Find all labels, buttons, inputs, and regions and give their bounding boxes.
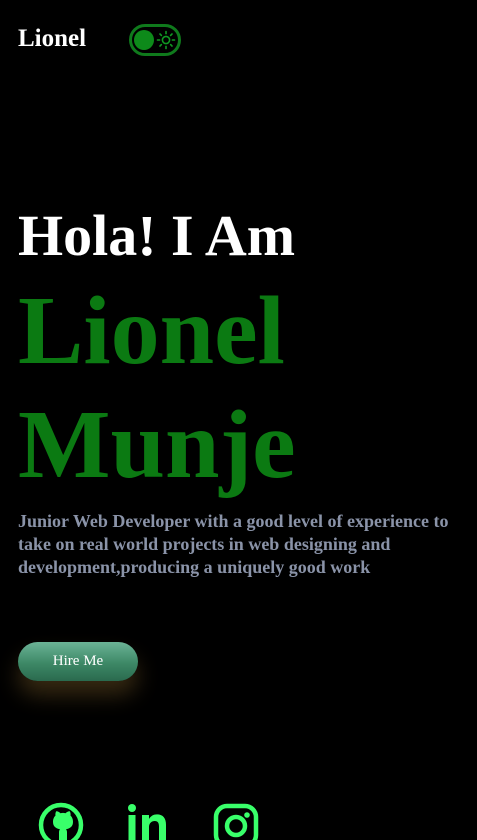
hero-description: Junior Web Developer with a good level o… bbox=[18, 511, 449, 577]
hero-greeting: Hola! I Am bbox=[18, 203, 296, 268]
toggle-knob bbox=[134, 30, 154, 50]
instagram-icon bbox=[213, 803, 259, 840]
theme-toggle[interactable] bbox=[129, 24, 181, 56]
linkedin-icon bbox=[128, 804, 166, 840]
sun-icon bbox=[156, 30, 176, 50]
hero-name: Lionel Munje bbox=[18, 274, 296, 502]
github-link[interactable] bbox=[36, 800, 86, 840]
linkedin-link[interactable] bbox=[124, 800, 174, 840]
hero-name-first: Lionel bbox=[18, 277, 285, 385]
github-icon bbox=[38, 802, 84, 840]
hire-me-button[interactable]: Hire Me bbox=[18, 642, 138, 681]
logo[interactable]: Lionel bbox=[18, 24, 86, 54]
instagram-link[interactable] bbox=[212, 800, 262, 840]
hero-name-last: Munje bbox=[18, 391, 296, 499]
